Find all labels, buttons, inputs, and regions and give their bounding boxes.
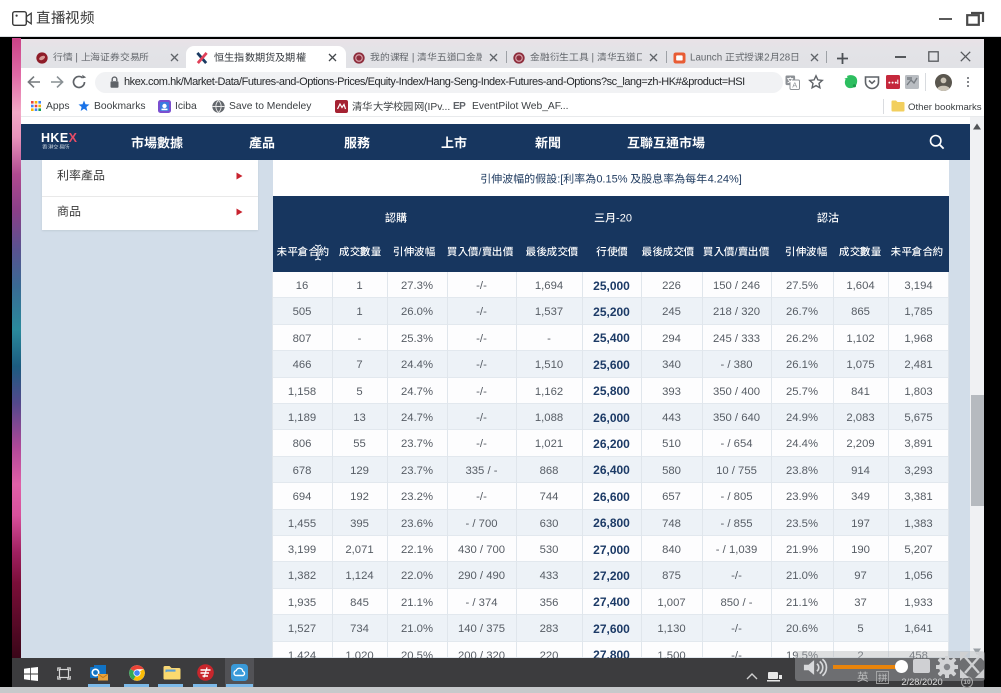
svg-text:A: A <box>792 81 797 90</box>
